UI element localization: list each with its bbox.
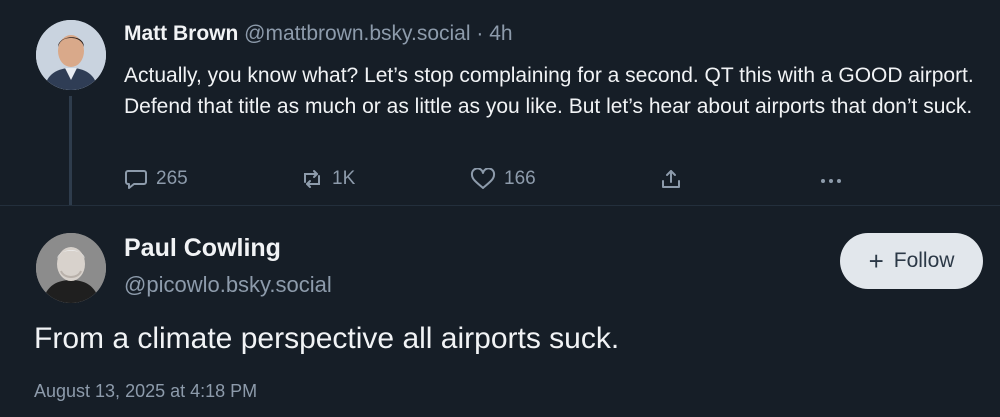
- share-button[interactable]: [660, 168, 682, 190]
- author-name[interactable]: Matt Brown: [124, 22, 238, 45]
- follow-button[interactable]: + Follow: [840, 233, 983, 289]
- reply-count: 265: [156, 168, 188, 189]
- more-icon: [821, 179, 841, 183]
- reply-icon: [125, 170, 147, 189]
- plus-icon: +: [868, 246, 884, 276]
- avatar-matt-brown[interactable]: [36, 20, 106, 90]
- main-post-date[interactable]: August 13, 2025 at 4:18 PM: [34, 381, 257, 402]
- like-button[interactable]: 166: [470, 168, 536, 190]
- main-author-name[interactable]: Paul Cowling: [124, 234, 281, 263]
- repost-icon: [304, 170, 320, 188]
- main-post-text: From a climate perspective all airports …: [34, 322, 620, 355]
- repost-button[interactable]: 1K: [300, 168, 355, 190]
- post-meta: Matt Brown @mattbrown.bsky.social · 4h: [124, 22, 513, 46]
- more-button[interactable]: [818, 168, 844, 190]
- share-icon: [662, 170, 680, 188]
- post-actions: 265 1K 166: [124, 168, 864, 198]
- meta-separator: ·: [476, 22, 484, 45]
- repost-count: 1K: [332, 168, 356, 189]
- like-count: 166: [504, 168, 536, 189]
- heart-icon: [470, 168, 496, 189]
- avatar-image: [36, 20, 106, 90]
- post-time[interactable]: 4h: [489, 22, 512, 45]
- avatar-image: [36, 233, 106, 303]
- avatar-paul-cowling[interactable]: [36, 233, 106, 303]
- main-author-handle[interactable]: @picowlo.bsky.social: [124, 272, 332, 298]
- parent-post-text: Actually, you know what? Let’s stop comp…: [124, 64, 974, 118]
- author-handle[interactable]: @mattbrown.bsky.social: [244, 22, 470, 45]
- follow-label: Follow: [893, 249, 955, 272]
- reply-button[interactable]: 265: [124, 168, 188, 190]
